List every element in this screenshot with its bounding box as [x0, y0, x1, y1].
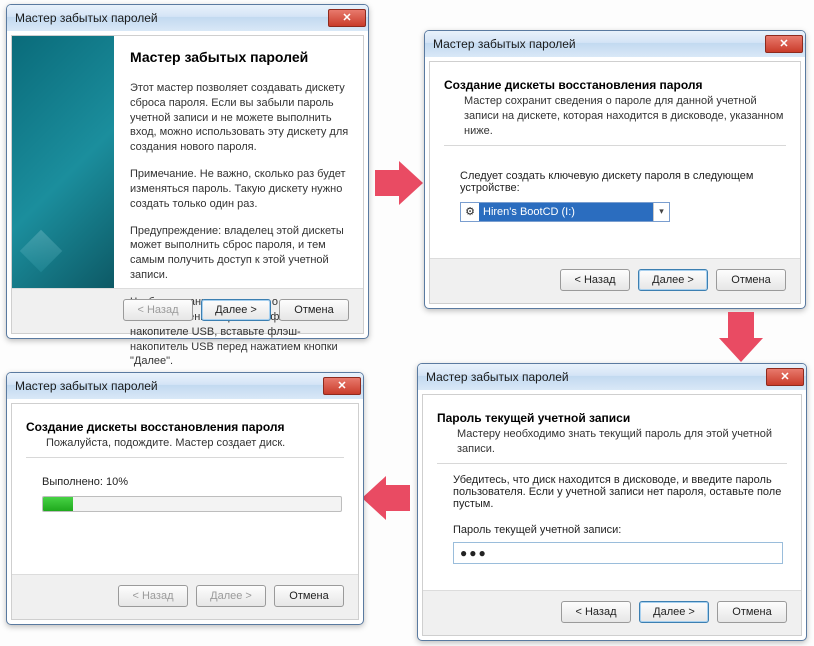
section-subtext: Мастер сохранит сведения о пароле для да…	[464, 94, 786, 139]
separator	[437, 463, 787, 464]
section-heading: Пароль текущей учетной записи	[437, 411, 787, 425]
close-button[interactable]: ✕	[765, 35, 803, 53]
intro-paragraph-3: Предупреждение: владелец этой дискеты мо…	[130, 224, 349, 283]
back-button[interactable]: < Назад	[560, 269, 630, 291]
button-bar: < Назад Далее > Отмена	[12, 574, 358, 619]
chevron-down-icon: ▾	[653, 203, 669, 221]
device-icon: ⚙	[461, 203, 479, 221]
close-icon: ✕	[337, 381, 346, 392]
flow-arrow-1-to-2	[375, 170, 399, 196]
wizard-step-1: Мастер забытых паролей ✕ Мастер забытых …	[6, 4, 369, 339]
next-button: Далее >	[196, 585, 266, 607]
window-title: Мастер забытых паролей	[426, 370, 569, 384]
flow-arrow-2-to-4	[728, 312, 754, 338]
back-button: < Назад	[118, 585, 188, 607]
dialog-inner: Создание дискеты восстановления пароля П…	[11, 403, 359, 620]
titlebar: Мастер забытых паролей ✕	[7, 5, 368, 31]
close-button[interactable]: ✕	[323, 377, 361, 395]
device-prompt: Следует создать ключевую дискету пароля …	[460, 170, 786, 194]
flow-arrow-4-to-3	[386, 485, 410, 511]
next-button[interactable]: Далее >	[639, 601, 709, 623]
next-button[interactable]: Далее >	[201, 299, 271, 321]
titlebar: Мастер забытых паролей ✕	[418, 364, 806, 390]
separator	[444, 145, 786, 146]
button-bar: < Назад Далее > Отмена	[423, 590, 801, 635]
back-button: < Назад	[123, 299, 193, 321]
titlebar: Мастер забытых паролей ✕	[7, 373, 363, 399]
button-bar: < Назад Далее > Отмена	[430, 258, 800, 303]
window-title: Мастер забытых паролей	[15, 379, 158, 393]
section-subtext: Пожалуйста, подождите. Мастер создает ди…	[46, 436, 344, 451]
dialog-inner: Пароль текущей учетной записи Мастеру не…	[422, 394, 802, 636]
window-title: Мастер забытых паролей	[15, 11, 158, 25]
close-icon: ✕	[780, 372, 789, 383]
device-selected-value: Hiren's BootCD (I:)	[479, 203, 653, 221]
section-heading: Создание дискеты восстановления пароля	[26, 420, 344, 434]
cancel-button[interactable]: Отмена	[716, 269, 786, 291]
titlebar: Мастер забытых паролей ✕	[425, 31, 805, 57]
password-mask: ●●●	[460, 546, 488, 560]
window-title: Мастер забытых паролей	[433, 37, 576, 51]
wizard-side-graphic	[12, 36, 114, 288]
cancel-button[interactable]: Отмена	[717, 601, 787, 623]
password-prompt: Убедитесь, что диск находится в дисковод…	[453, 474, 783, 510]
close-icon: ✕	[779, 39, 788, 50]
dialog-inner: Мастер забытых паролей Этот мастер позво…	[11, 35, 364, 334]
intro-paragraph-2: Примечание. Не важно, сколько раз будет …	[130, 167, 349, 212]
password-field-label: Пароль текущей учетной записи:	[453, 524, 787, 536]
progress-bar	[42, 496, 342, 512]
close-button[interactable]: ✕	[328, 9, 366, 27]
next-button[interactable]: Далее >	[638, 269, 708, 291]
cancel-button[interactable]: Отмена	[279, 299, 349, 321]
progress-fill	[43, 497, 73, 511]
wizard-step-3: Мастер забытых паролей ✕ Создание дискет…	[6, 372, 364, 625]
wizard-step-2: Мастер забытых паролей ✕ Создание дискет…	[424, 30, 806, 309]
close-button[interactable]: ✕	[766, 368, 804, 386]
wizard-step-4: Мастер забытых паролей ✕ Пароль текущей …	[417, 363, 807, 641]
password-input[interactable]: ●●●	[453, 542, 783, 564]
wizard-heading: Мастер забытых паролей	[130, 48, 349, 67]
close-icon: ✕	[342, 13, 351, 24]
section-heading: Создание дискеты восстановления пароля	[444, 78, 786, 92]
separator	[26, 457, 344, 458]
cancel-button[interactable]: Отмена	[274, 585, 344, 607]
section-subtext: Мастеру необходимо знать текущий пароль …	[457, 427, 787, 457]
progress-label: Выполнено: 10%	[42, 476, 344, 488]
back-button[interactable]: < Назад	[561, 601, 631, 623]
dialog-inner: Создание дискеты восстановления пароля М…	[429, 61, 801, 304]
intro-paragraph-1: Этот мастер позволяет создавать дискету …	[130, 81, 349, 155]
device-combobox[interactable]: ⚙ Hiren's BootCD (I:) ▾	[460, 202, 670, 222]
